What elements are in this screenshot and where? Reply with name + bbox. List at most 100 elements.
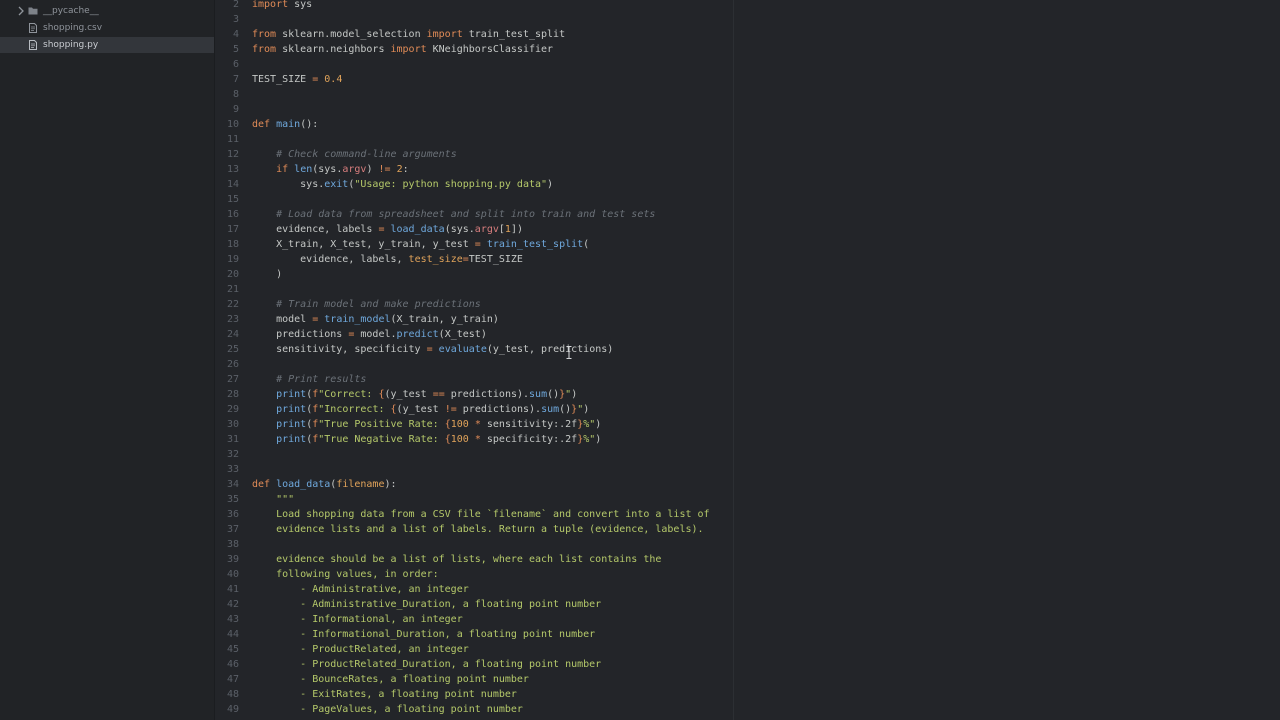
code-line[interactable]: 15	[215, 192, 1215, 207]
code-text[interactable]: model = train_model(X_train, y_train)	[252, 312, 499, 327]
code-line[interactable]: 17 evidence, labels = load_data(sys.argv…	[215, 222, 1215, 237]
code-text[interactable]: )	[252, 267, 282, 282]
tree-item-shopping-py[interactable]: shopping.py	[0, 37, 214, 53]
code-line[interactable]: 41 - Administrative, an integer	[215, 582, 1215, 597]
code-line[interactable]: 12 # Check command-line arguments	[215, 147, 1215, 162]
code-line[interactable]: 29 print(f"Incorrect: {(y_test != predic…	[215, 402, 1215, 417]
code-line[interactable]: 11	[215, 132, 1215, 147]
code-text[interactable]: - PageValues, a floating point number	[252, 702, 523, 717]
code-token: # Print results	[276, 374, 367, 385]
code-text[interactable]: """	[252, 492, 294, 507]
code-line[interactable]: 36 Load shopping data from a CSV file `f…	[215, 507, 1215, 522]
chevron-right-icon[interactable]	[17, 6, 25, 16]
code-line[interactable]: 25 sensitivity, specificity = evaluate(y…	[215, 342, 1215, 357]
line-number: 35	[226, 494, 239, 505]
line-number: 13	[226, 164, 239, 175]
code-line[interactable]: 9	[215, 102, 1215, 117]
code-token: )	[252, 269, 283, 280]
code-text[interactable]: - ExitRates, a floating point number	[252, 687, 517, 702]
code-text[interactable]: sensitivity, specificity = evaluate(y_te…	[252, 342, 613, 357]
code-line[interactable]: 45 - ProductRelated, an integer	[215, 642, 1215, 657]
code-text[interactable]: sys.exit("Usage: python shopping.py data…	[252, 177, 553, 192]
code-line[interactable]: 7 TEST_SIZE = 0.4	[215, 72, 1215, 87]
code-line[interactable]: 38	[215, 537, 1215, 552]
code-text[interactable]: evidence, labels, test_size=TEST_SIZE	[252, 252, 523, 267]
code-text[interactable]: - ProductRelated_Duration, a floating po…	[252, 657, 601, 672]
code-text[interactable]: from sklearn.neighbors import KNeighbors…	[252, 42, 553, 57]
code-line[interactable]: 43 - Informational, an integer	[215, 612, 1215, 627]
code-line[interactable]: 34 def load_data(filename):	[215, 477, 1215, 492]
code-line[interactable]: 18 X_train, X_test, y_train, y_test = tr…	[215, 237, 1215, 252]
code-text[interactable]: print(f"Correct: {(y_test == predictions…	[252, 387, 577, 402]
code-line[interactable]: 47 - BounceRates, a floating point numbe…	[215, 672, 1215, 687]
code-text[interactable]: TEST_SIZE = 0.4	[252, 72, 342, 87]
code-line[interactable]: 21	[215, 282, 1215, 297]
code-text[interactable]: import sys	[252, 0, 312, 12]
code-line[interactable]: 32	[215, 447, 1215, 462]
code-line[interactable]: 26	[215, 357, 1215, 372]
code-text[interactable]: # Print results	[252, 372, 366, 387]
code-text[interactable]: evidence, labels = load_data(sys.argv[1]…	[252, 222, 523, 237]
code-line[interactable]: 44 - Informational_Duration, a floating …	[215, 627, 1215, 642]
tree-item-shopping-csv[interactable]: shopping.csv	[0, 20, 214, 36]
code-editor[interactable]: 2 import sys 3 4 from sklearn.model_selectio…	[215, 0, 1280, 720]
code-line[interactable]: 37 evidence lists and a list of labels. …	[215, 522, 1215, 537]
code-text[interactable]: predictions = model.predict(X_test)	[252, 327, 487, 342]
code-text[interactable]: if len(sys.argv) != 2:	[252, 162, 409, 177]
code-line[interactable]: 42 - Administrative_Duration, a floating…	[215, 597, 1215, 612]
code-line[interactable]: 6	[215, 57, 1215, 72]
tree-item-pycache[interactable]: __pycache__	[0, 3, 214, 19]
code-line[interactable]: 33	[215, 462, 1215, 477]
code-text[interactable]: evidence should be a list of lists, wher…	[252, 552, 661, 567]
code-text[interactable]: - Administrative, an integer	[252, 582, 469, 597]
file-icon	[29, 23, 37, 33]
code-text[interactable]: # Check command-line arguments	[252, 147, 457, 162]
code-text[interactable]: X_train, X_test, y_train, y_test = train…	[252, 237, 589, 252]
code-text[interactable]: def load_data(filename):	[252, 477, 397, 492]
code-line[interactable]: 20 )	[215, 267, 1215, 282]
code-line[interactable]: 46 - ProductRelated_Duration, a floating…	[215, 657, 1215, 672]
code-line[interactable]: 39 evidence should be a list of lists, w…	[215, 552, 1215, 567]
code-line[interactable]: 5 from sklearn.neighbors import KNeighbor…	[215, 42, 1215, 57]
code-line[interactable]: 13 if len(sys.argv) != 2:	[215, 162, 1215, 177]
code-line[interactable]: 28 print(f"Correct: {(y_test == predicti…	[215, 387, 1215, 402]
code-line[interactable]: 31 print(f"True Negative Rate: {100 * sp…	[215, 432, 1215, 447]
code-text[interactable]: print(f"Incorrect: {(y_test != predictio…	[252, 402, 589, 417]
line-number: 8	[232, 89, 239, 100]
code-text[interactable]: - ProductRelated, an integer	[252, 642, 469, 657]
code-line[interactable]: 2 import sys	[215, 0, 1215, 12]
code-text[interactable]: print(f"True Negative Rate: {100 * speci…	[252, 432, 601, 447]
code-line[interactable]: 30 print(f"True Positive Rate: {100 * se…	[215, 417, 1215, 432]
line-number: 18	[226, 239, 239, 250]
code-line[interactable]: 22 # Train model and make predictions	[215, 297, 1215, 312]
code-line[interactable]: 3	[215, 12, 1215, 27]
code-line[interactable]: 16 # Load data from spreadsheet and spli…	[215, 207, 1215, 222]
code-text[interactable]: # Load data from spreadsheet and split i…	[252, 207, 655, 222]
code-text[interactable]: print(f"True Positive Rate: {100 * sensi…	[252, 417, 601, 432]
code-text[interactable]: def main():	[252, 117, 318, 132]
code-text[interactable]: evidence lists and a list of labels. Ret…	[252, 522, 703, 537]
code-line[interactable]: 14 sys.exit("Usage: python shopping.py d…	[215, 177, 1215, 192]
code-text[interactable]: # Train model and make predictions	[252, 297, 481, 312]
code-line[interactable]: 49 - PageValues, a floating point number	[215, 702, 1215, 717]
code-text[interactable]: following values, in order:	[252, 567, 439, 582]
code-text[interactable]: - Informational, an integer	[252, 612, 463, 627]
code-line[interactable]: 4 from sklearn.model_selection import tra…	[215, 27, 1215, 42]
code-text[interactable]: Load shopping data from a CSV file `file…	[252, 507, 709, 522]
code-line[interactable]: 8	[215, 87, 1215, 102]
line-number: 19	[226, 254, 239, 265]
code-line[interactable]: 48 - ExitRates, a floating point number	[215, 687, 1215, 702]
code-text[interactable]: - Administrative_Duration, a floating po…	[252, 597, 601, 612]
code-text[interactable]: from sklearn.model_selection import trai…	[252, 27, 565, 42]
code-text[interactable]: - Informational_Duration, a floating poi…	[252, 627, 595, 642]
code-line[interactable]: 35 """	[215, 492, 1215, 507]
code-line[interactable]: 19 evidence, labels, test_size=TEST_SIZE	[215, 252, 1215, 267]
code-line[interactable]: 24 predictions = model.predict(X_test)	[215, 327, 1215, 342]
code-line[interactable]: 27 # Print results	[215, 372, 1215, 387]
code-line[interactable]: 10 def main():	[215, 117, 1215, 132]
code-text[interactable]: - BounceRates, a floating point number	[252, 672, 529, 687]
code-line[interactable]: 40 following values, in order:	[215, 567, 1215, 582]
code-token: def	[252, 119, 271, 130]
code-line[interactable]: 23 model = train_model(X_train, y_train)	[215, 312, 1215, 327]
